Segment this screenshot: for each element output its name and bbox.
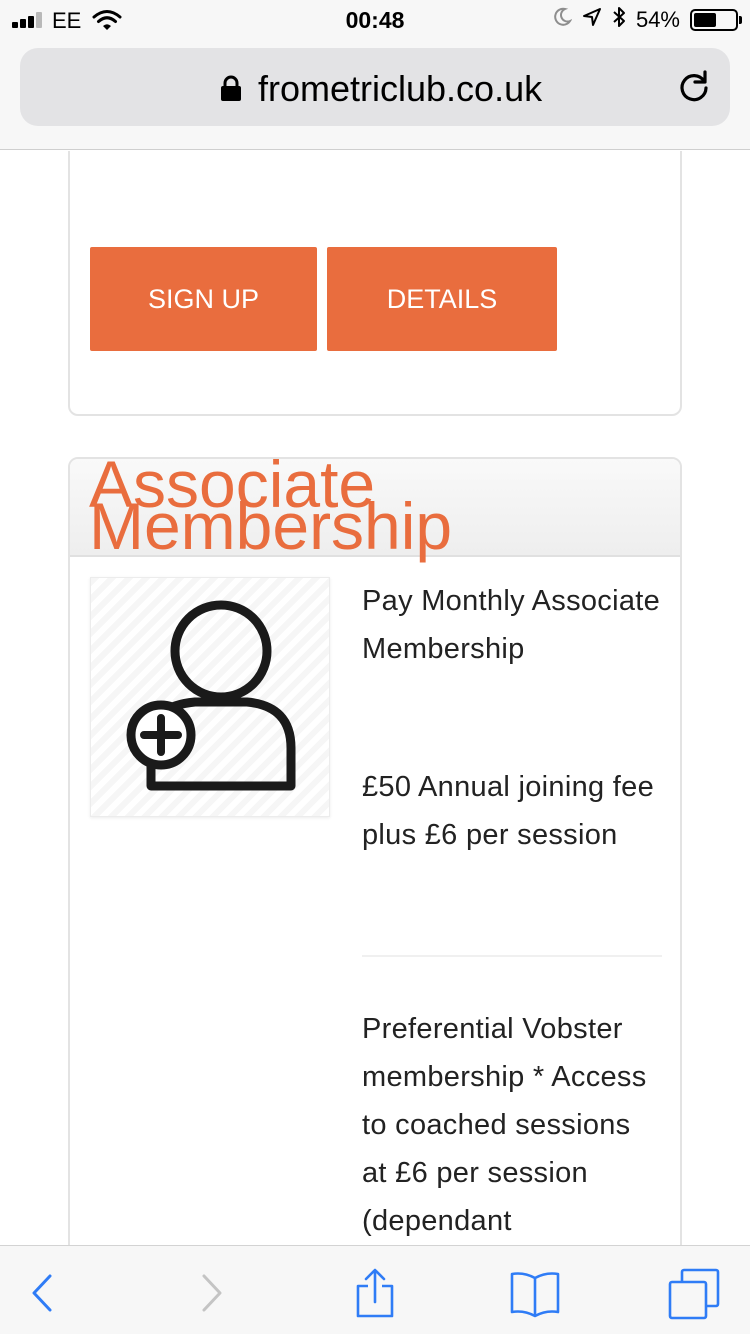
plan-name: Pay Monthly Associate Membership: [362, 585, 661, 665]
bookmarks-icon[interactable]: [508, 1268, 560, 1318]
lock-icon: [220, 75, 242, 101]
battery-percent: 54%: [635, 7, 680, 32]
status-bar: EE 00:48 54%: [0, 0, 750, 40]
address-bar[interactable]: frometriclub.co.uk: [20, 48, 730, 126]
plan-fee: £50 Annual joining fee plus £6 per sessi…: [362, 771, 655, 851]
battery-icon: [690, 9, 742, 31]
moon-icon: [552, 7, 573, 33]
divider: [362, 955, 662, 957]
browser-toolbar: [0, 1245, 750, 1334]
url-text: frometriclub.co.uk: [258, 68, 543, 109]
tabs-icon[interactable]: [668, 1268, 720, 1320]
associate-membership-card: Associate Membership Pay Monthly Associa…: [68, 457, 682, 1245]
bluetooth-icon: [612, 6, 626, 34]
reload-icon[interactable]: [676, 68, 712, 104]
screen: EE 00:48 54% frometriclub.co.uk SIGN UP …: [0, 0, 750, 1334]
card-title: Associate Membership: [89, 457, 453, 563]
web-page: SIGN UP DETAILS Associate Membership Pay…: [0, 151, 750, 1245]
details-button[interactable]: DETAILS: [327, 247, 557, 351]
add-user-icon: [126, 600, 296, 791]
sign-up-button[interactable]: SIGN UP: [90, 247, 317, 351]
browser-address-area: frometriclub.co.uk: [0, 40, 750, 150]
location-arrow-icon: [582, 7, 602, 33]
share-icon[interactable]: [350, 1268, 400, 1318]
status-right-group: 54%: [552, 6, 742, 34]
plan-benefits: Preferential Vobster membership * Access…: [362, 1013, 647, 1237]
back-icon[interactable]: [18, 1268, 68, 1318]
card-header: Associate Membership: [70, 457, 680, 563]
forward-icon[interactable]: [186, 1268, 236, 1318]
membership-image: [90, 577, 330, 817]
